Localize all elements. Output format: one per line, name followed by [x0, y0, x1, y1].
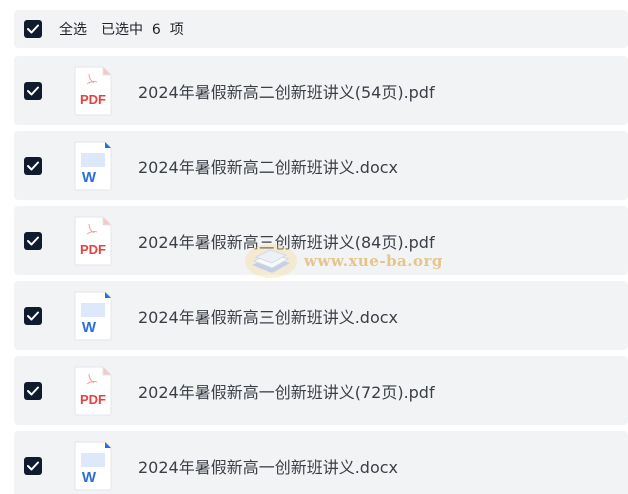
file-name: 2024年暑假新高一创新班讲义.docx	[138, 457, 399, 477]
file-row[interactable]: PDF 2024年暑假新高一创新班讲义(72页).pdf	[14, 356, 628, 425]
file-checkbox[interactable]	[24, 306, 42, 325]
select-all-checkbox[interactable]	[24, 20, 42, 38]
select-all-label[interactable]: 全选	[59, 19, 87, 39]
file-checkbox[interactable]	[24, 231, 42, 250]
file-checkbox[interactable]	[24, 156, 42, 175]
checkmark-icon	[27, 161, 39, 170]
checkmark-icon	[27, 386, 39, 395]
file-name: 2024年暑假新高二创新班讲义(54页).pdf	[138, 82, 435, 102]
file-checkbox[interactable]	[24, 81, 42, 100]
pdf-icon-label: PDF	[80, 242, 106, 257]
checkmark-icon	[27, 236, 39, 245]
select-all-bar: 全选 已选中 6 项	[14, 10, 628, 48]
pdf-file-icon: PDF	[74, 366, 112, 415]
pdf-file-icon: PDF	[74, 216, 112, 265]
checkmark-icon	[27, 311, 39, 320]
word-file-icon: W	[74, 441, 112, 490]
file-selection-panel: 全选 已选中 6 项 PDF 2024年暑假新高二创新班讲义(54页).pdf	[0, 0, 628, 494]
file-row[interactable]: W 2024年暑假新高三创新班讲义.docx	[14, 281, 628, 350]
file-name: 2024年暑假新高二创新班讲义.docx	[138, 157, 399, 177]
pdf-icon-label: PDF	[80, 392, 106, 407]
file-name: 2024年暑假新高三创新班讲义.docx	[138, 307, 399, 327]
checkmark-icon	[27, 86, 39, 95]
word-icon-label: W	[82, 319, 97, 336]
word-file-icon: W	[74, 141, 112, 190]
checkmark-icon	[27, 24, 39, 34]
file-checkbox[interactable]	[24, 456, 42, 475]
books-logo-icon	[245, 244, 297, 278]
file-row[interactable]: W 2024年暑假新高一创新班讲义.docx	[14, 431, 628, 494]
watermark-text: www.xue-ba.org	[304, 252, 443, 270]
pdf-file-icon: PDF	[74, 66, 112, 115]
word-icon-label: W	[82, 469, 97, 486]
word-file-icon: W	[74, 291, 112, 340]
file-row[interactable]: W 2024年暑假新高二创新班讲义.docx	[14, 131, 628, 200]
selected-count-text: 已选中 6 项	[101, 22, 184, 38]
site-watermark: www.xue-ba.org	[244, 240, 454, 282]
pdf-icon-label: PDF	[80, 92, 106, 107]
checkmark-icon	[27, 461, 39, 470]
file-name: 2024年暑假新高一创新班讲义(72页).pdf	[138, 382, 435, 402]
word-icon-label: W	[82, 169, 97, 186]
file-checkbox[interactable]	[24, 381, 42, 400]
file-row[interactable]: PDF 2024年暑假新高二创新班讲义(54页).pdf	[14, 56, 628, 125]
